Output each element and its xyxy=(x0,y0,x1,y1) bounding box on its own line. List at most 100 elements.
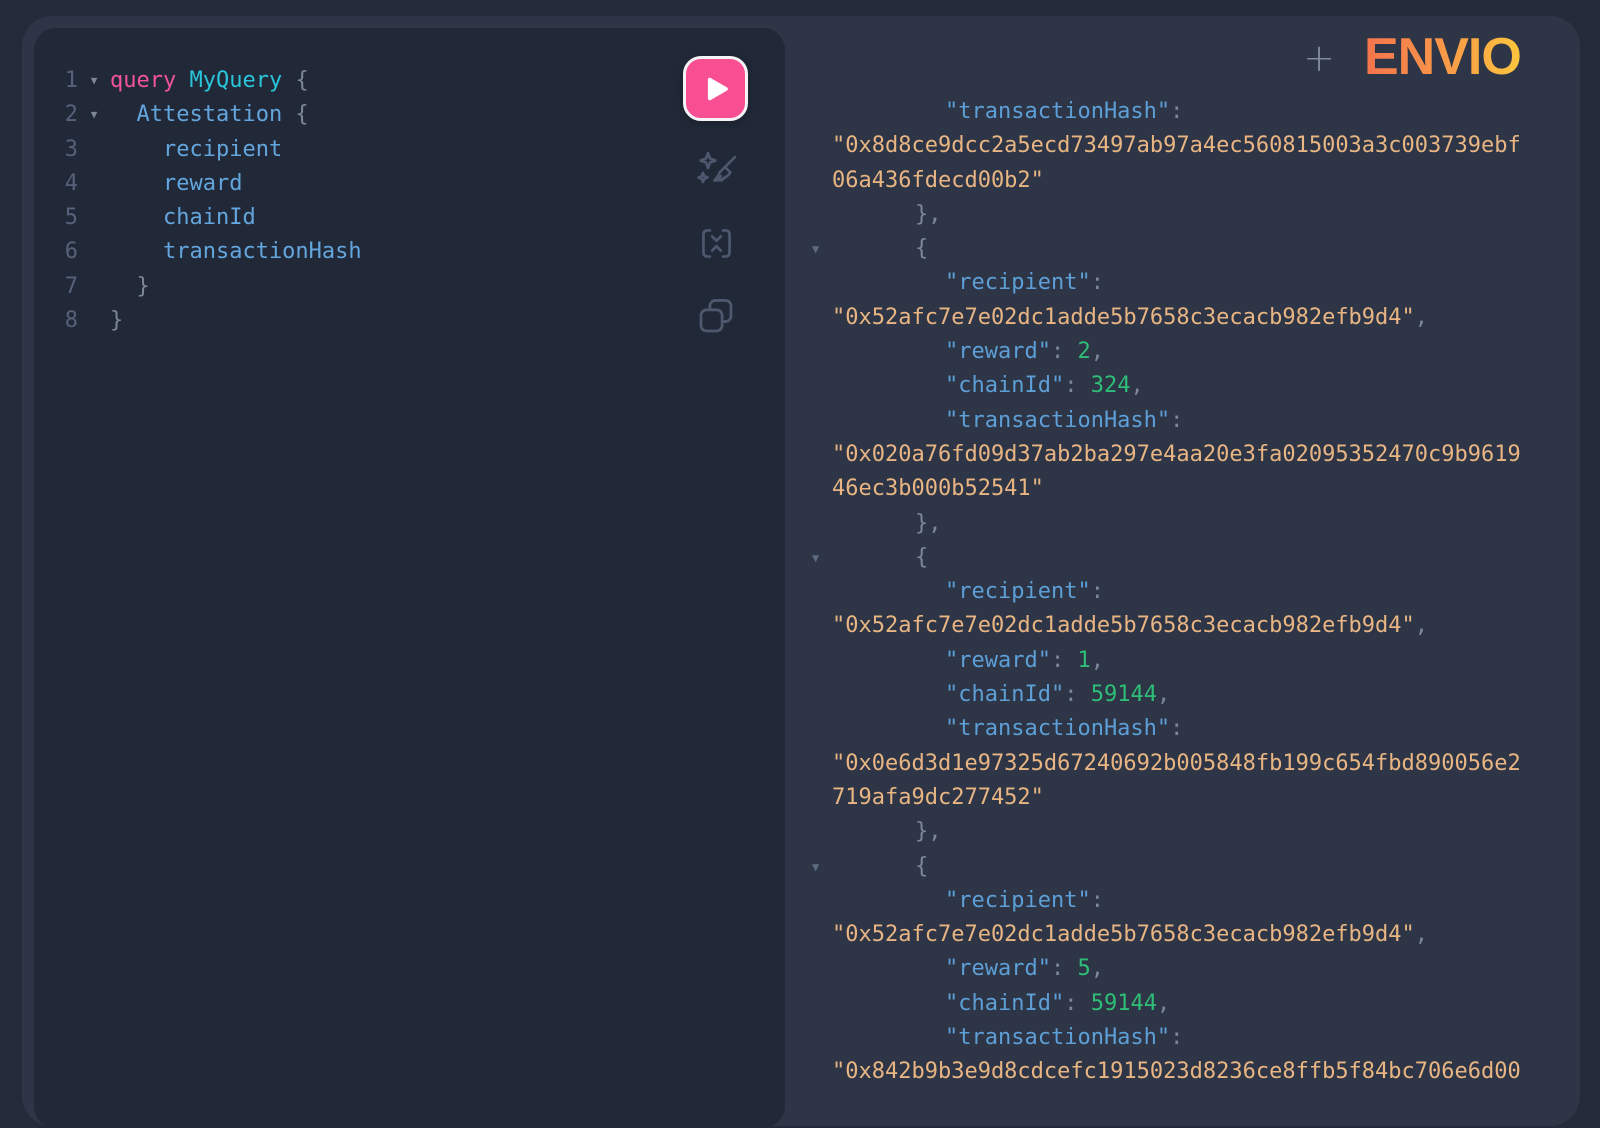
collapse-toggle-icon[interactable]: ▼ xyxy=(812,541,819,575)
response-line: ▼{ xyxy=(785,850,1580,884)
response-viewer[interactable]: "transactionHash": "0x8d8ce9dcc2a5ecd7349… xyxy=(785,95,1580,1090)
code-token: : xyxy=(1051,339,1078,364)
response-line: "recipient": xyxy=(785,266,1580,300)
response-line: "0x52afc7e7e02dc1adde5b7658c3ecacb982efb… xyxy=(785,609,1580,643)
query-code-text: recipient xyxy=(110,133,282,167)
code-token: recipient xyxy=(110,137,282,162)
line-number: 1 xyxy=(34,64,78,98)
line-number: 7 xyxy=(34,270,78,304)
fold-toggle-icon[interactable]: ▼ xyxy=(78,98,110,132)
query-code-line[interactable]: 5 chainId xyxy=(34,201,784,235)
code-token: : xyxy=(1064,682,1091,707)
merge-fragments-button[interactable] xyxy=(698,225,735,262)
collapse-toggle-icon[interactable]: ▼ xyxy=(812,850,819,884)
code-token: query xyxy=(110,68,176,93)
code-token: 5 xyxy=(1077,956,1090,981)
query-code-line[interactable]: 2▼ Attestation { xyxy=(34,98,784,132)
fold-spacer xyxy=(78,304,110,338)
code-token: "recipient" xyxy=(945,888,1091,913)
code-token: transactionHash xyxy=(110,239,362,264)
code-token: , xyxy=(1415,613,1428,638)
prettify-icon xyxy=(694,147,742,197)
query-code-text: reward xyxy=(110,167,242,201)
code-token: chainId xyxy=(110,205,256,230)
code-token: : xyxy=(1170,99,1183,124)
query-code-line[interactable]: 1▼query MyQuery { xyxy=(34,64,784,98)
response-line: "0x0e6d3d1e97325d67240692b005848fb199c65… xyxy=(785,747,1580,781)
code-token: : xyxy=(1170,716,1183,741)
response-line: "recipient": xyxy=(785,575,1580,609)
code-token: "reward" xyxy=(945,956,1051,981)
query-code-line[interactable]: 6 transactionHash xyxy=(34,235,784,269)
code-token: , xyxy=(1157,991,1170,1016)
code-token: , xyxy=(1415,922,1428,947)
code-token: reward xyxy=(110,171,242,196)
code-token: : xyxy=(1051,648,1078,673)
code-token: , xyxy=(1415,305,1428,330)
query-editor-lines[interactable]: 1▼query MyQuery {2▼ Attestation {3 recip… xyxy=(34,64,784,338)
code-token: "0x0e6d3d1e97325d67240692b005848fb199c65… xyxy=(832,751,1521,776)
copy-icon xyxy=(696,296,736,336)
code-token: , xyxy=(1091,339,1104,364)
response-line: }, xyxy=(785,198,1580,232)
code-token: : xyxy=(1091,579,1104,604)
collapse-toggle-icon[interactable]: ▼ xyxy=(812,232,819,266)
code-token: "0x52afc7e7e02dc1adde5b7658c3ecacb982efb… xyxy=(832,613,1415,638)
query-code-line[interactable]: 4 reward xyxy=(34,167,784,201)
fold-spacer xyxy=(78,235,110,269)
query-code-text: } xyxy=(110,304,123,338)
prettify-query-button[interactable] xyxy=(694,147,742,197)
line-number: 2 xyxy=(34,98,78,132)
code-token: "reward" xyxy=(945,648,1051,673)
add-tab-button[interactable]: + xyxy=(1297,36,1341,80)
code-token: 1 xyxy=(1077,648,1090,673)
code-token: , xyxy=(1091,956,1104,981)
execute-query-button[interactable] xyxy=(683,56,748,121)
code-token: { xyxy=(282,68,309,93)
response-line: "transactionHash": xyxy=(785,95,1580,129)
code-token: "0x842b9b3e9d8cdcefc1915023d8236ce8ffb5f… xyxy=(832,1059,1521,1084)
play-icon xyxy=(701,74,731,104)
code-token: "0x020a76fd09d37ab2ba297e4aa20e3fa020953… xyxy=(832,442,1521,467)
code-token: }, xyxy=(915,511,942,536)
code-token: { xyxy=(282,102,309,127)
line-number: 5 xyxy=(34,201,78,235)
query-code-line[interactable]: 3 recipient xyxy=(34,133,784,167)
response-line: "transactionHash": xyxy=(785,1021,1580,1055)
copy-query-button[interactable] xyxy=(696,296,736,336)
code-token: }, xyxy=(915,819,942,844)
response-line: "0x52afc7e7e02dc1adde5b7658c3ecacb982efb… xyxy=(785,301,1580,335)
code-token: "0x52afc7e7e02dc1adde5b7658c3ecacb982efb… xyxy=(832,305,1415,330)
response-line: "0x842b9b3e9d8cdcefc1915023d8236ce8ffb5f… xyxy=(785,1055,1580,1089)
code-token: { xyxy=(915,854,928,879)
code-token: , xyxy=(1091,648,1104,673)
fold-toggle-icon[interactable]: ▼ xyxy=(78,64,110,98)
code-token: : xyxy=(1091,270,1104,295)
code-token: , xyxy=(1157,682,1170,707)
code-token: "recipient" xyxy=(945,270,1091,295)
query-code-text: transactionHash xyxy=(110,235,362,269)
code-token: 2 xyxy=(1077,339,1090,364)
code-token: : xyxy=(1091,888,1104,913)
code-token: : xyxy=(1064,373,1091,398)
code-token: "transactionHash" xyxy=(945,99,1170,124)
query-code-line[interactable]: 7 } xyxy=(34,270,784,304)
fold-spacer xyxy=(78,167,110,201)
query-code-line[interactable]: 8} xyxy=(34,304,784,338)
code-token: 59144 xyxy=(1091,682,1157,707)
code-token: "transactionHash" xyxy=(945,408,1170,433)
query-code-text: query MyQuery { xyxy=(110,64,309,98)
code-token: "transactionHash" xyxy=(945,716,1170,741)
code-token: "chainId" xyxy=(945,682,1064,707)
query-code-text: chainId xyxy=(110,201,256,235)
response-line: 719afa9dc277452" xyxy=(785,781,1580,815)
response-line: "0x8d8ce9dcc2a5ecd73497ab97a4ec560815003… xyxy=(785,129,1580,163)
line-number: 8 xyxy=(34,304,78,338)
code-token: "0x8d8ce9dcc2a5ecd73497ab97a4ec560815003… xyxy=(832,133,1521,158)
response-line: "transactionHash": xyxy=(785,404,1580,438)
query-code-text: Attestation { xyxy=(110,98,309,132)
code-token: { xyxy=(915,236,928,261)
merge-icon xyxy=(698,225,735,262)
code-token: "transactionHash" xyxy=(945,1025,1170,1050)
code-token xyxy=(176,68,189,93)
